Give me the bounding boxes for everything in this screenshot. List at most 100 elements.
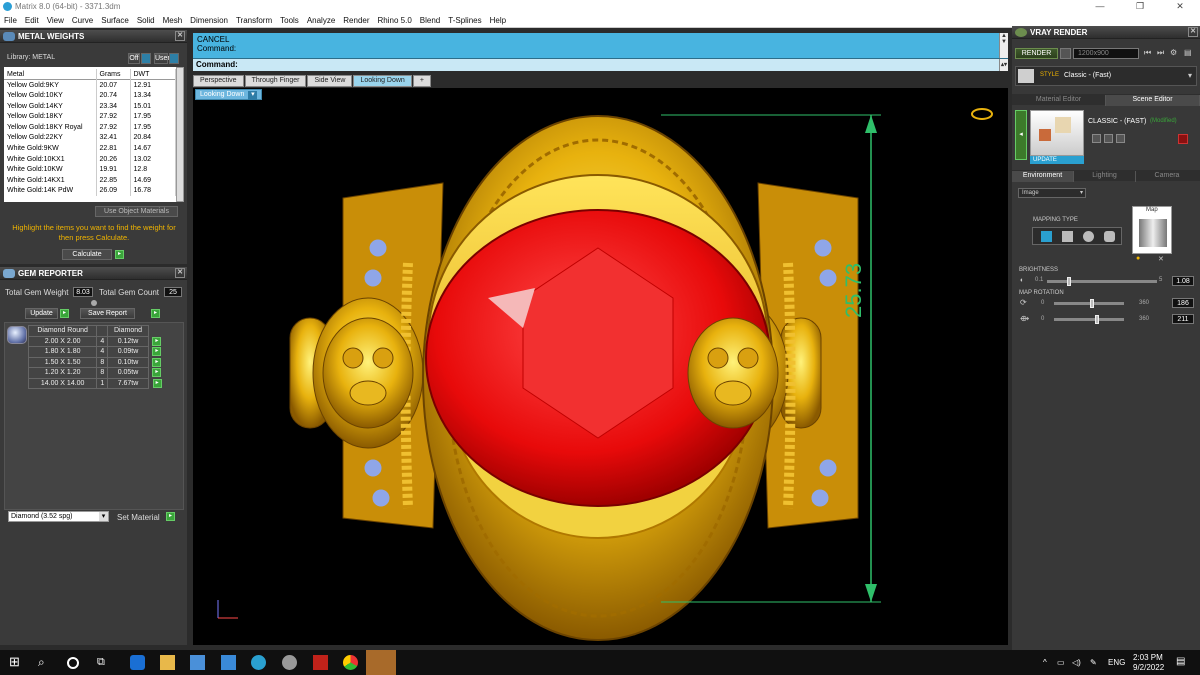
- tab-scene-editor[interactable]: Scene Editor: [1106, 95, 1200, 106]
- chevron-down-icon[interactable]: ▾: [248, 91, 258, 100]
- chevron-down-icon[interactable]: ▾: [1188, 71, 1192, 80]
- network-icon[interactable]: ▭: [1057, 658, 1065, 667]
- save-report-button[interactable]: Save Report: [80, 308, 135, 319]
- menu-analyze[interactable]: Analyze: [303, 14, 339, 25]
- col-grams[interactable]: Grams: [96, 69, 131, 80]
- table-row[interactable]: 1.80 X 1.80 4 0.09tw ▸: [27, 346, 166, 358]
- copy-preset-icon[interactable]: [1104, 134, 1113, 143]
- command-scrollbar[interactable]: ▲ ▼: [999, 33, 1008, 58]
- off-toggle[interactable]: Off: [128, 53, 140, 64]
- pen-icon[interactable]: ✎: [1090, 658, 1097, 667]
- menu-transform[interactable]: Transform: [232, 14, 276, 25]
- minimize-button[interactable]: —: [1080, 0, 1120, 14]
- update-go-icon[interactable]: ▸: [60, 309, 69, 318]
- mapping-cube-icon[interactable]: [1062, 231, 1073, 242]
- menu-render[interactable]: Render: [339, 14, 373, 25]
- use-object-materials-button[interactable]: Use Object Materials: [95, 206, 178, 217]
- table-row[interactable]: Yellow Gold:10KY 20.74 13.34: [4, 90, 176, 101]
- metal-list-scrollbar[interactable]: [176, 67, 184, 202]
- viewport-label[interactable]: Looking Down ▾: [195, 89, 263, 100]
- menu-blend[interactable]: Blend: [416, 14, 444, 25]
- tab-material-editor[interactable]: Material Editor: [1012, 95, 1106, 106]
- menu-view[interactable]: View: [43, 14, 68, 25]
- close-panel-icon[interactable]: ✕: [1188, 27, 1198, 37]
- col-count[interactable]: [96, 325, 109, 337]
- menu-mesh[interactable]: Mesh: [159, 14, 187, 25]
- update-preset-button[interactable]: UPDATE: [1030, 156, 1084, 164]
- mail-icon[interactable]: [221, 655, 236, 670]
- chrome-icon[interactable]: [343, 655, 358, 670]
- menu-surface[interactable]: Surface: [97, 14, 133, 25]
- rhino-icon[interactable]: [282, 655, 297, 670]
- add-view-tab[interactable]: +: [412, 75, 431, 87]
- search-icon[interactable]: ⌕: [38, 655, 53, 670]
- save-preset-icon[interactable]: [1092, 134, 1101, 143]
- menu-curve[interactable]: Curve: [68, 14, 97, 25]
- chevron-down-icon[interactable]: ▾: [1080, 189, 1083, 198]
- clock-date[interactable]: 9/2/2022: [1133, 663, 1164, 672]
- settings-icon[interactable]: ⚙: [1170, 48, 1177, 57]
- table-row[interactable]: 2.00 X 2.00 4 0.12tw ▸: [27, 335, 166, 347]
- close-button[interactable]: ✕: [1160, 0, 1200, 14]
- cortana-icon[interactable]: [67, 657, 79, 669]
- menu-file[interactable]: File: [0, 14, 21, 25]
- load-preset-icon[interactable]: [1116, 134, 1125, 143]
- close-panel-icon[interactable]: ✕: [175, 268, 185, 278]
- active-app-icon[interactable]: [366, 650, 396, 675]
- table-row[interactable]: White Gold:9KW 22.81 14.67: [4, 143, 176, 154]
- gem-row-action[interactable]: ▸: [148, 347, 165, 358]
- col-diamond[interactable]: Diamond: [107, 325, 149, 337]
- rotation1-value[interactable]: 186: [1172, 298, 1194, 308]
- menu-tsplines[interactable]: T-Splines: [444, 14, 485, 25]
- brightness-value[interactable]: 1.08: [1172, 276, 1194, 286]
- col-diamond-round[interactable]: Diamond Round: [27, 325, 98, 337]
- matrix-app-icon[interactable]: [251, 655, 266, 670]
- tab-environment[interactable]: Environment: [1012, 171, 1074, 182]
- windows-start-icon[interactable]: ⊞: [9, 655, 24, 670]
- table-row[interactable]: White Gold:14K PdW 26.09 16.78: [4, 185, 176, 197]
- command-prompt[interactable]: Command: ▴▾: [193, 58, 1008, 71]
- edge-icon[interactable]: [130, 655, 145, 670]
- menu-solid[interactable]: Solid: [133, 14, 159, 25]
- notifications-icon[interactable]: ▤: [1176, 656, 1185, 667]
- row-go-icon[interactable]: ▸: [152, 357, 162, 367]
- map-remove-icon[interactable]: ✕: [1158, 255, 1164, 263]
- menu-help[interactable]: Help: [486, 14, 510, 25]
- clock-time[interactable]: 2:03 PM: [1133, 653, 1163, 662]
- render-settings-icon[interactable]: [1060, 48, 1071, 59]
- chevron-down-icon[interactable]: ▾: [99, 512, 108, 521]
- command-prompt-scroll[interactable]: ▴▾: [999, 59, 1008, 71]
- tab-perspective[interactable]: Perspective: [193, 75, 244, 87]
- row-go-icon[interactable]: ▸: [152, 378, 162, 388]
- gem-row-action[interactable]: ▸: [148, 368, 165, 379]
- maximize-button[interactable]: ❐: [1120, 0, 1160, 14]
- viewport[interactable]: 25.73: [193, 88, 1008, 645]
- table-row[interactable]: Yellow Gold:14KY 23.34 15.01: [4, 100, 176, 112]
- menu-rhino[interactable]: Rhino 5.0: [374, 14, 416, 25]
- rotation1-knob[interactable]: [1090, 299, 1094, 308]
- menu-dimension[interactable]: Dimension: [186, 14, 232, 25]
- material-select[interactable]: Diamond (3.52 spg) ▾: [8, 511, 109, 522]
- prev-icon[interactable]: ⏮: [1144, 48, 1151, 58]
- table-row[interactable]: 1.50 X 1.50 8 0.10tw ▸: [27, 356, 166, 368]
- next-icon[interactable]: ⏭: [1157, 48, 1164, 58]
- menu-tools[interactable]: Tools: [276, 14, 303, 25]
- tab-looking-down[interactable]: Looking Down: [353, 75, 412, 87]
- tab-through-finger[interactable]: Through Finger: [244, 75, 307, 87]
- tray-chevron-icon[interactable]: ^: [1043, 658, 1047, 667]
- gem-row-action[interactable]: ▸: [148, 336, 165, 347]
- table-row[interactable]: Yellow Gold:18KY Royal 27.92 17.95: [4, 121, 176, 133]
- brightness-slider[interactable]: [1047, 277, 1157, 286]
- folder-icon[interactable]: ▤: [1184, 48, 1192, 57]
- table-row[interactable]: Yellow Gold:9KY 20.07 12.91: [4, 79, 176, 91]
- rotation1-slider[interactable]: [1054, 299, 1124, 308]
- table-row[interactable]: White Gold:10KW 19.91 12.8: [4, 164, 176, 175]
- off-toggle-indicator[interactable]: [141, 53, 151, 64]
- preset-nav-icon[interactable]: ◂: [1015, 110, 1027, 160]
- mapping-plane-icon[interactable]: [1041, 231, 1052, 242]
- ring-view-icon[interactable]: [971, 108, 993, 120]
- row-go-icon[interactable]: ▸: [152, 368, 162, 378]
- calculate-go-icon[interactable]: ▸: [115, 250, 124, 259]
- row-go-icon[interactable]: ▸: [152, 347, 162, 357]
- task-view-icon[interactable]: ⧉: [97, 655, 112, 670]
